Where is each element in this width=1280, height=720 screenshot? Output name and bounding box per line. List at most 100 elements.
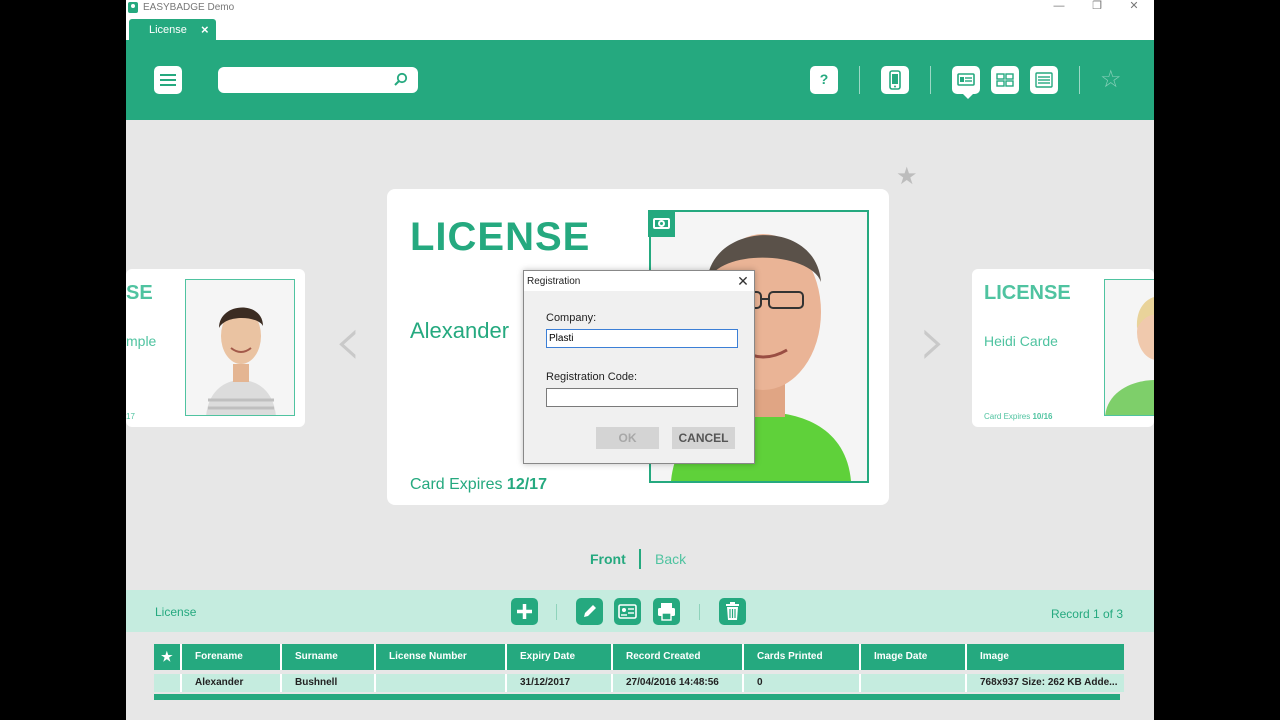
cell-image-date bbox=[861, 674, 967, 692]
edit-record-button[interactable] bbox=[576, 598, 603, 625]
header-toolbar: ? ☆ bbox=[126, 40, 1154, 120]
card-title: LICENSE bbox=[410, 215, 591, 259]
company-input[interactable] bbox=[546, 329, 738, 348]
pencil-icon bbox=[584, 605, 596, 617]
tab-strip: License × bbox=[126, 16, 1154, 40]
company-label: Company: bbox=[546, 312, 597, 324]
card-title: SE bbox=[126, 282, 153, 304]
toolbar-divider bbox=[1079, 66, 1080, 94]
active-view-indicator bbox=[963, 94, 973, 99]
toolbar-divider bbox=[556, 604, 557, 620]
cell-record-created: 27/04/2016 14:48:56 bbox=[613, 674, 744, 692]
layout-name: License bbox=[155, 605, 197, 619]
cell-forename: Alexander bbox=[182, 674, 282, 692]
delete-record-button[interactable] bbox=[719, 598, 746, 625]
add-record-button[interactable] bbox=[511, 598, 538, 625]
cell-cards-printed: 0 bbox=[744, 674, 861, 692]
column-header-record-created[interactable]: Record Created bbox=[613, 644, 744, 670]
card-favorite-star-icon[interactable]: ★ bbox=[896, 162, 918, 191]
title-bar: EASYBADGE Demo — ❐ ✕ bbox=[126, 0, 1154, 16]
back-toggle[interactable]: Back bbox=[655, 551, 686, 567]
mobile-button[interactable] bbox=[881, 66, 909, 94]
registration-code-input[interactable] bbox=[546, 388, 738, 407]
trash-icon bbox=[726, 602, 739, 620]
record-counter: Record 1 of 3 bbox=[1050, 607, 1123, 621]
cell-image: 768x937 Size: 262 KB Adde... bbox=[967, 674, 1124, 692]
favorite-star-icon[interactable]: ☆ bbox=[1100, 65, 1122, 94]
expiry-label: Card Expires bbox=[410, 476, 507, 493]
table-scrollbar[interactable] bbox=[154, 694, 1120, 700]
window-title: EASYBADGE Demo bbox=[143, 2, 235, 13]
toolbar-divider bbox=[930, 66, 931, 94]
view-card-button[interactable] bbox=[614, 598, 641, 625]
camera-lens-icon bbox=[658, 220, 665, 227]
phone-icon bbox=[889, 70, 901, 90]
column-header-cards-printed[interactable]: Cards Printed bbox=[744, 644, 861, 670]
portrait-young-man bbox=[186, 280, 294, 415]
help-button[interactable]: ? bbox=[810, 66, 838, 94]
portrait-woman bbox=[1105, 280, 1154, 415]
search-input[interactable] bbox=[218, 67, 418, 93]
cell-license-number bbox=[376, 674, 507, 692]
cell-expiry-date: 31/12/2017 bbox=[507, 674, 613, 692]
camera-button[interactable] bbox=[648, 210, 675, 237]
column-header-favorite[interactable]: ★ bbox=[154, 644, 182, 670]
column-header-forename[interactable]: Forename bbox=[182, 644, 282, 670]
tab-label: License bbox=[149, 24, 187, 36]
card-next[interactable]: LICENSE Heidi Carde Card Expires 10/16 bbox=[972, 269, 1154, 427]
card-name: Heidi Carde bbox=[984, 333, 1058, 349]
next-card-arrow[interactable]: › bbox=[919, 300, 947, 382]
expiry-label: Card Expires bbox=[984, 412, 1033, 421]
list-view-button[interactable] bbox=[1030, 66, 1058, 94]
column-header-expiry-date[interactable]: Expiry Date bbox=[507, 644, 613, 670]
plus-icon bbox=[517, 604, 532, 619]
card-photo bbox=[185, 279, 295, 416]
cell-favorite bbox=[154, 674, 182, 692]
grid-view-icon bbox=[996, 73, 1014, 87]
grid-view-button[interactable] bbox=[991, 66, 1019, 94]
card-name: mple bbox=[126, 333, 157, 349]
list-view-icon bbox=[1035, 72, 1053, 88]
tab-license[interactable]: License × bbox=[129, 19, 216, 40]
registration-code-label: Registration Code: bbox=[546, 371, 638, 383]
dialog-title-bar: Registration ✕ bbox=[524, 271, 754, 291]
card-view-button[interactable] bbox=[952, 66, 980, 94]
cancel-button[interactable]: CANCEL bbox=[672, 427, 735, 449]
app-logo-icon bbox=[128, 2, 138, 13]
toolbar-divider bbox=[699, 604, 700, 620]
hamburger-icon bbox=[160, 74, 176, 86]
dialog-close-button[interactable]: ✕ bbox=[733, 272, 753, 290]
column-header-image[interactable]: Image bbox=[967, 644, 1124, 670]
menu-button[interactable] bbox=[154, 66, 182, 94]
dialog-title: Registration bbox=[527, 276, 581, 287]
ok-button[interactable]: OK bbox=[596, 427, 659, 449]
close-window-button[interactable]: ✕ bbox=[1119, 0, 1149, 14]
record-toolbar: License Record 1 of 3 bbox=[126, 590, 1154, 632]
card-title: LICENSE bbox=[984, 282, 1071, 304]
printer-icon bbox=[658, 603, 675, 621]
registration-dialog: Registration ✕ Company: Registration Cod… bbox=[523, 270, 755, 464]
id-card-icon bbox=[618, 604, 637, 619]
card-previous[interactable]: SE mple 17 bbox=[126, 269, 305, 427]
column-header-surname[interactable]: Surname bbox=[282, 644, 376, 670]
print-button[interactable] bbox=[653, 598, 680, 625]
help-icon: ? bbox=[819, 71, 829, 87]
front-back-divider bbox=[639, 549, 641, 569]
app-window: EASYBADGE Demo — ❐ ✕ License × ? ☆ ★ SE … bbox=[126, 0, 1154, 720]
tab-close-button[interactable]: × bbox=[201, 22, 209, 37]
cell-surname: Bushnell bbox=[282, 674, 376, 692]
card-expiry: Card Expires 10/16 bbox=[984, 412, 1053, 421]
column-header-license-number[interactable]: License Number bbox=[376, 644, 507, 670]
front-toggle[interactable]: Front bbox=[590, 551, 626, 567]
restore-button[interactable]: ❐ bbox=[1082, 0, 1112, 14]
card-view-icon bbox=[957, 73, 975, 86]
expiry-value: 12/17 bbox=[506, 476, 547, 493]
card-photo bbox=[1104, 279, 1154, 416]
toolbar-divider bbox=[859, 66, 860, 94]
card-expiry: 17 bbox=[126, 412, 135, 421]
previous-card-arrow[interactable]: ‹ bbox=[334, 300, 362, 382]
minimize-button[interactable]: — bbox=[1044, 0, 1074, 14]
expiry-value: 10/16 bbox=[1032, 412, 1053, 421]
search-icon[interactable] bbox=[393, 72, 409, 88]
column-header-image-date[interactable]: Image Date bbox=[861, 644, 967, 670]
